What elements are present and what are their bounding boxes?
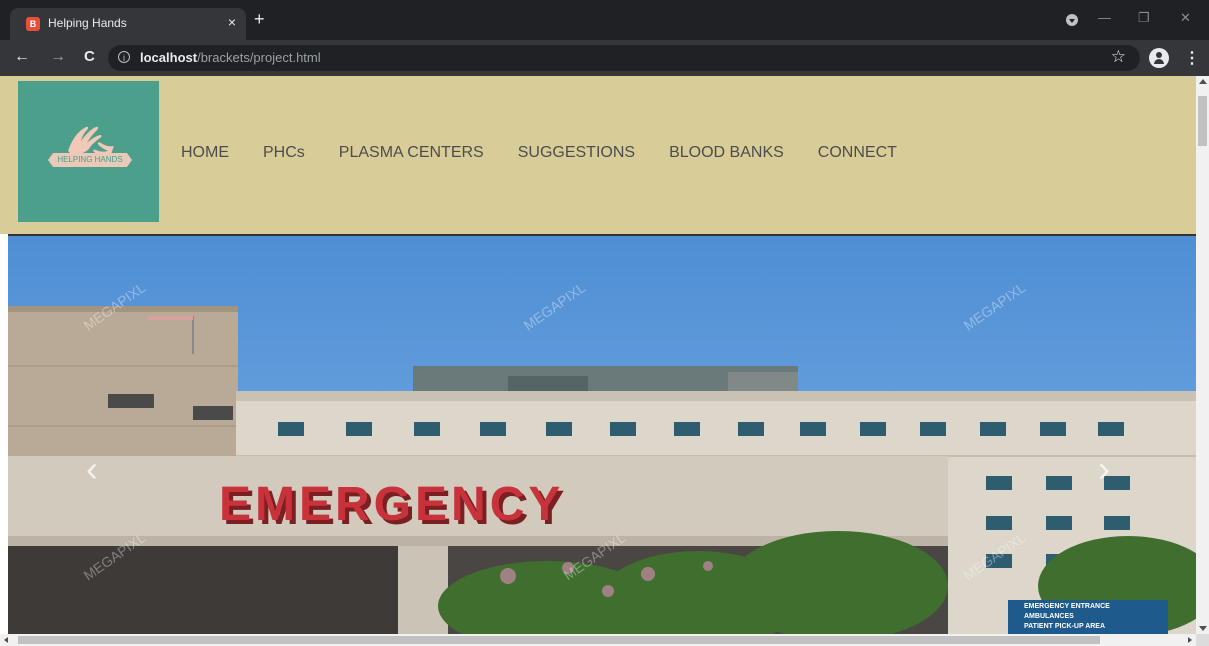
profile-avatar-icon[interactable] bbox=[1149, 48, 1169, 68]
nav-connect[interactable]: CONNECT bbox=[818, 144, 897, 162]
url-text: localhost/brackets/project.html bbox=[140, 50, 321, 65]
scroll-right-arrow-icon[interactable] bbox=[1188, 637, 1192, 643]
scroll-down-arrow-icon[interactable] bbox=[1199, 626, 1207, 631]
tab-title: Helping Hands bbox=[48, 16, 127, 30]
horizontal-scroll-thumb[interactable] bbox=[18, 636, 1100, 644]
tab-search-icon[interactable] bbox=[1066, 14, 1078, 26]
emergency-sign: EMERGENCY bbox=[219, 478, 564, 531]
url-host: localhost bbox=[140, 50, 198, 65]
site-info-icon[interactable]: i bbox=[118, 51, 130, 63]
signpost-line-1: EMERGENCY ENTRANCE bbox=[1024, 603, 1110, 610]
carousel-next-icon[interactable]: › bbox=[1098, 451, 1110, 487]
browser-tab[interactable]: B Helping Hands × bbox=[10, 8, 246, 40]
site-header: HELPING HANDS HOME PHCs PLASMA CENTERS S… bbox=[0, 76, 1196, 234]
signpost-line-3: PATIENT PICK-UP AREA bbox=[1024, 623, 1105, 630]
window-restore-button[interactable]: ❐ bbox=[1138, 10, 1150, 26]
back-button[interactable]: ← bbox=[14, 48, 30, 66]
nav-plasma-centers[interactable]: PLASMA CENTERS bbox=[339, 144, 484, 162]
logo-text: HELPING HANDS bbox=[48, 153, 132, 167]
site-logo[interactable]: HELPING HANDS bbox=[18, 81, 159, 222]
browser-menu-icon[interactable]: ⋮ bbox=[1184, 48, 1200, 68]
carousel-prev-icon[interactable]: ‹ bbox=[86, 451, 98, 487]
nav-home[interactable]: HOME bbox=[181, 144, 229, 162]
nav-phcs[interactable]: PHCs bbox=[263, 144, 305, 162]
hospital-photo: EMERGENCY EMERGENCY EMERGENCY ENTRANCE A… bbox=[8, 236, 1196, 634]
nav-suggestions[interactable]: SUGGESTIONS bbox=[518, 144, 635, 162]
main-nav: HOME PHCs PLASMA CENTERS SUGGESTIONS BLO… bbox=[181, 144, 931, 162]
vertical-scrollbar[interactable] bbox=[1196, 76, 1209, 634]
address-bar[interactable]: i localhost/brackets/project.html ☆ bbox=[108, 45, 1140, 71]
scroll-up-arrow-icon[interactable] bbox=[1199, 79, 1207, 84]
bookmark-star-icon[interactable]: ☆ bbox=[1111, 47, 1126, 67]
forward-button[interactable]: → bbox=[50, 48, 66, 66]
scroll-left-arrow-icon[interactable] bbox=[4, 637, 8, 643]
signpost-line-2: AMBULANCES bbox=[1024, 613, 1074, 620]
reload-button[interactable]: C bbox=[84, 48, 95, 66]
vertical-scroll-thumb[interactable] bbox=[1198, 96, 1207, 146]
page-viewport: HELPING HANDS HOME PHCs PLASMA CENTERS S… bbox=[0, 76, 1196, 634]
nav-blood-banks[interactable]: BLOOD BANKS bbox=[669, 144, 784, 162]
window-close-button[interactable]: ✕ bbox=[1180, 10, 1191, 26]
hero-carousel: EMERGENCY EMERGENCY EMERGENCY ENTRANCE A… bbox=[8, 234, 1196, 634]
browser-toolbar: ← → C i localhost/brackets/project.html … bbox=[0, 40, 1209, 76]
url-path: /brackets/project.html bbox=[197, 50, 321, 65]
tab-close-icon[interactable]: × bbox=[228, 14, 236, 30]
horizontal-scrollbar[interactable] bbox=[0, 634, 1196, 646]
scrollbar-corner bbox=[1196, 634, 1209, 646]
window-minimize-button[interactable]: — bbox=[1098, 10, 1111, 25]
browser-tab-bar: B Helping Hands × + — ❐ ✕ bbox=[0, 0, 1209, 40]
new-tab-button[interactable]: + bbox=[254, 10, 265, 28]
tab-favicon-icon: B bbox=[26, 17, 40, 31]
